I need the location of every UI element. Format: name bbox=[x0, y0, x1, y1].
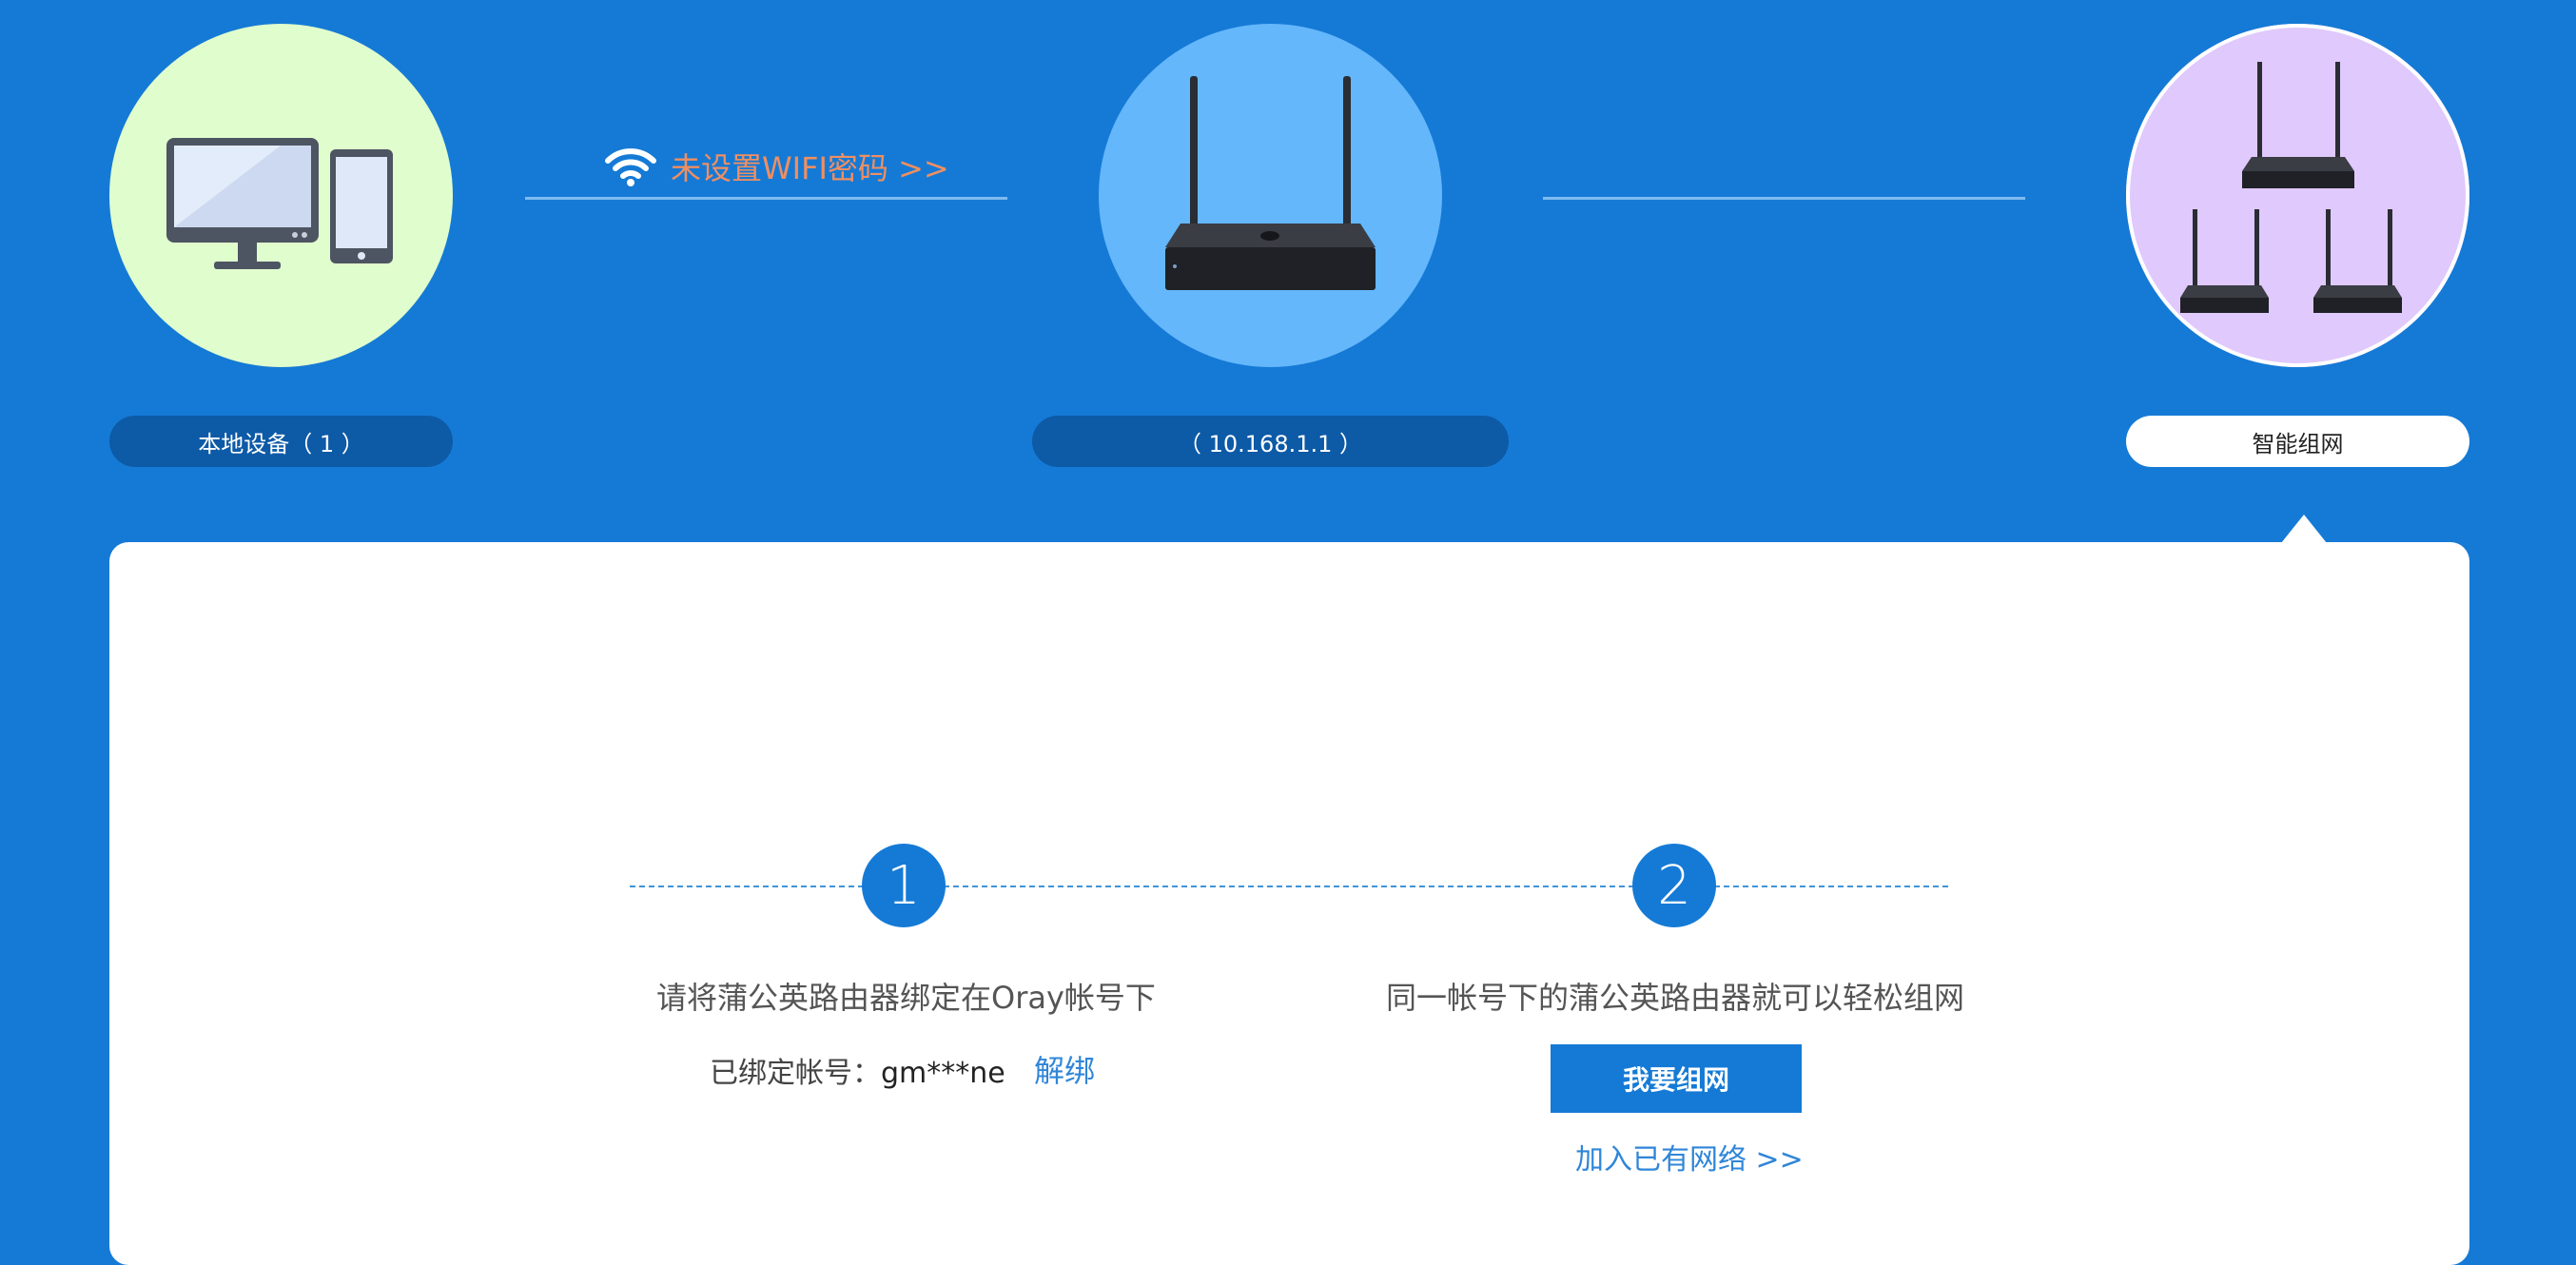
step-2-description: 同一帐号下的蒲公英路由器就可以轻松组网 bbox=[1386, 980, 1965, 1016]
bound-account-label: 已绑定帐号： bbox=[710, 1057, 881, 1090]
step-progress-line bbox=[630, 886, 1948, 887]
wifi-password-warning-link[interactable]: 未设置WIFI密码 >> bbox=[604, 143, 949, 190]
step-2-badge: 2 bbox=[1632, 844, 1716, 927]
wifi-icon bbox=[605, 148, 656, 186]
join-existing-network-link[interactable]: 加入已有网络 >> bbox=[1575, 1136, 1804, 1177]
router-circle[interactable] bbox=[1099, 24, 1442, 367]
connector-line-right bbox=[1543, 197, 2025, 200]
router-icon bbox=[1165, 76, 1376, 290]
multi-router-network-icon bbox=[2180, 62, 2402, 313]
step-1-badge: 1 bbox=[862, 844, 946, 927]
step-1-description: 请将蒲公英路由器绑定在Oray帐号下 bbox=[656, 980, 1156, 1016]
desktop-and-tablet-icon bbox=[166, 138, 393, 269]
bound-account-row: 已绑定帐号：gm***ne bbox=[710, 1049, 1005, 1091]
connector-line-left bbox=[525, 197, 1007, 200]
local-devices-label[interactable]: 本地设备（ 1 ） bbox=[109, 416, 453, 467]
create-network-button[interactable]: 我要组网 bbox=[1551, 1044, 1802, 1113]
smart-network-circle[interactable] bbox=[2126, 24, 2469, 367]
panel-pointer bbox=[2281, 515, 2327, 543]
wifi-warning-text: 未设置WIFI密码 >> bbox=[671, 150, 949, 186]
bound-account-value: gm***ne bbox=[881, 1057, 1005, 1090]
unbind-link[interactable]: 解绑 bbox=[1034, 1047, 1095, 1091]
router-ip-label[interactable]: （ 10.168.1.1 ） bbox=[1032, 416, 1509, 467]
smart-network-panel bbox=[109, 542, 2469, 1265]
smart-network-tab[interactable]: 智能组网 bbox=[2126, 416, 2469, 467]
local-devices-circle[interactable] bbox=[109, 24, 453, 367]
